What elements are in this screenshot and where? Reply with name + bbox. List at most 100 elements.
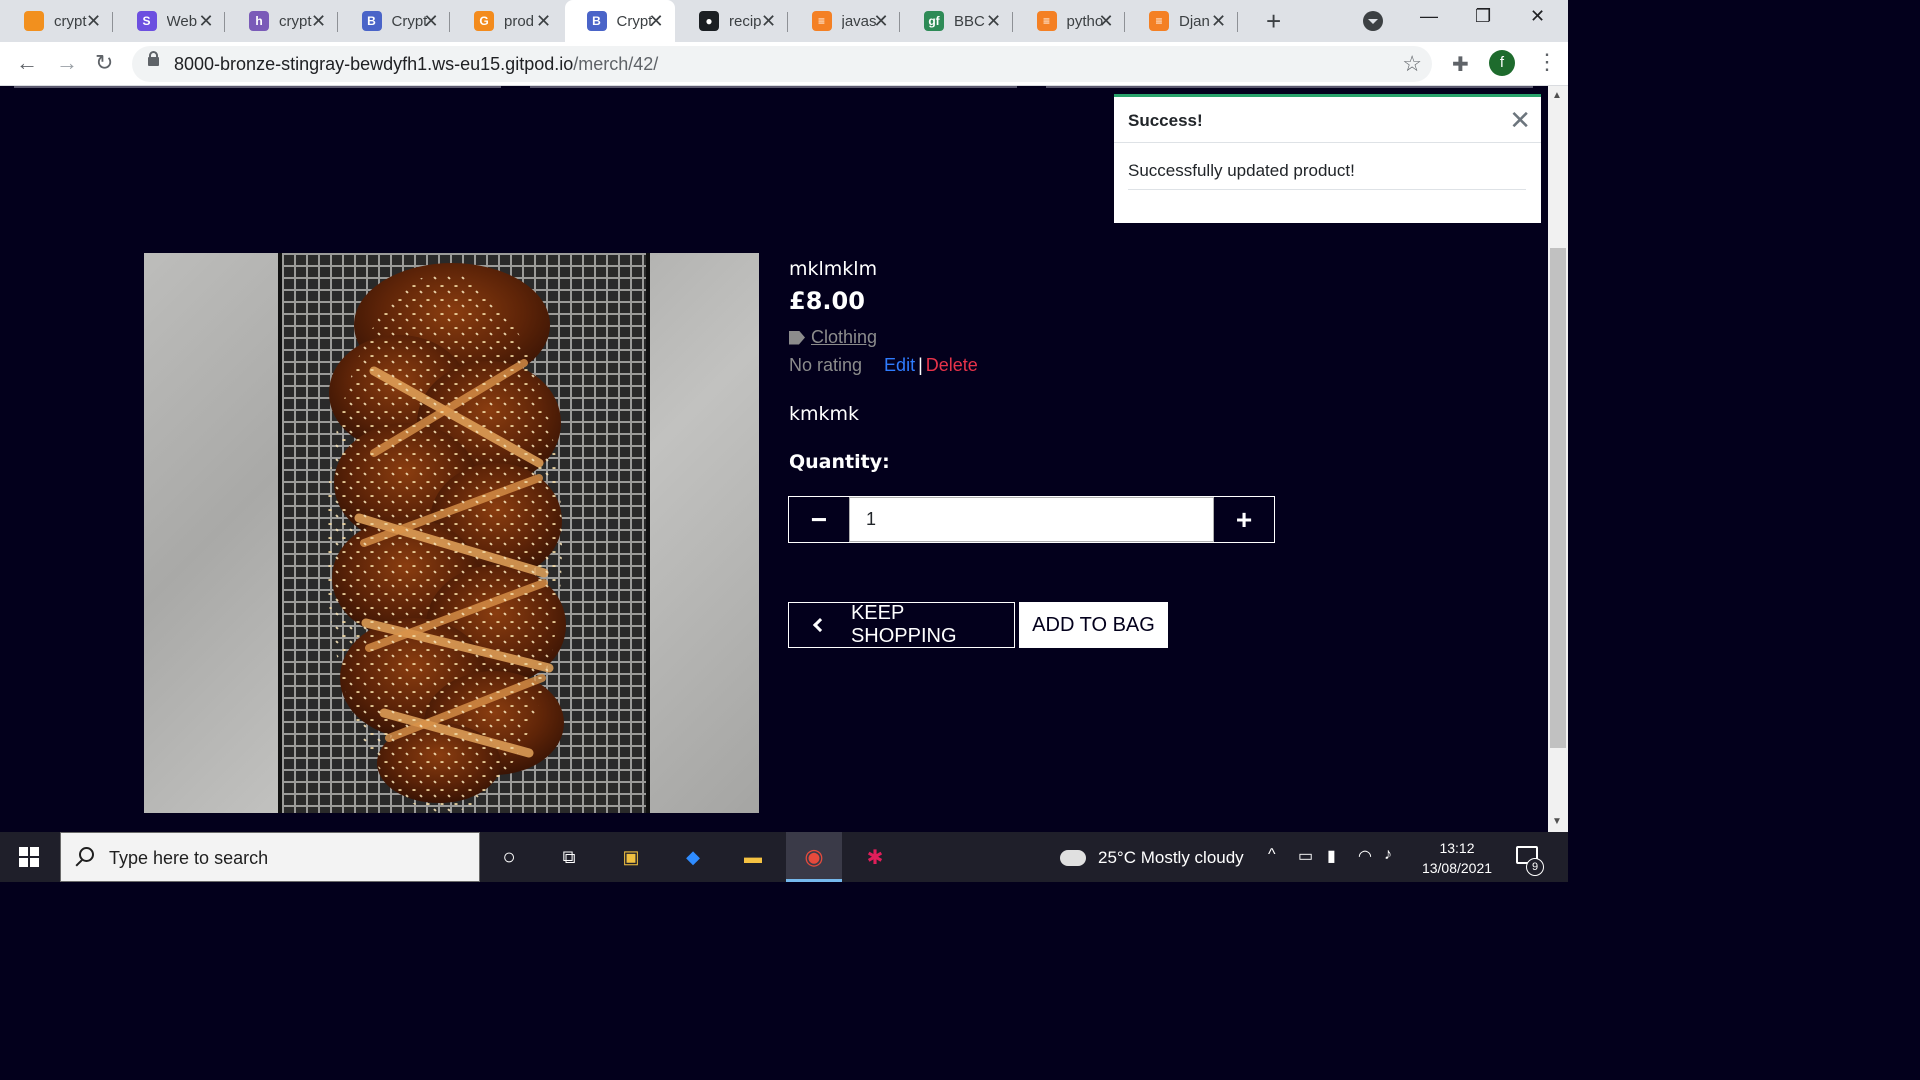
toast-title: Success! <box>1128 111 1203 130</box>
link-separator: | <box>918 355 923 375</box>
add-to-bag-button[interactable]: ADD TO BAG <box>1019 602 1168 648</box>
url-text[interactable]: 8000-bronze-stingray-bewdyfh1.ws-eu15.gi… <box>174 54 658 75</box>
stackoverflow-icon: ≡ <box>1149 11 1169 31</box>
lock-icon[interactable] <box>148 51 159 66</box>
wifi-icon[interactable]: ◠ <box>1358 846 1372 866</box>
browser-tab[interactable]: gf BBC ✕ <box>902 0 1013 42</box>
search-placeholder[interactable]: Type here to search <box>109 848 268 869</box>
tab-strip: crypt ✕ S Web ✕ h crypt ✕ B Crypt ✕ Gprod ✕ B Crypt ✕ ● r… <box>0 0 1568 42</box>
task-view-icon[interactable]: ⧉ <box>556 844 582 870</box>
bookmark-star-icon[interactable]: ☆ <box>1402 51 1422 77</box>
quantity-stepper: − + <box>788 496 1275 543</box>
product-description: kmkmk <box>789 403 860 425</box>
close-tab-icon[interactable]: ✕ <box>310 11 328 31</box>
close-tab-icon[interactable]: ✕ <box>422 11 440 31</box>
clock-date: 13/08/2021 <box>1421 860 1493 876</box>
extensions-icon[interactable]: ✚ <box>1452 52 1469 77</box>
store-icon[interactable]: ▣ <box>618 844 644 870</box>
browser-tab[interactable]: ● recip ✕ <box>677 0 788 42</box>
browser-tab[interactable]: crypt ✕ <box>2 0 113 42</box>
close-tab-icon[interactable]: ✕ <box>1210 11 1228 31</box>
toast-body: Successfully updated product! <box>1114 143 1541 190</box>
slack-icon[interactable]: ✱ <box>862 844 888 870</box>
delete-link[interactable]: Delete <box>926 355 978 376</box>
scroll-down-icon[interactable]: ▼ <box>1552 816 1562 827</box>
divider <box>1046 86 1533 88</box>
close-tab-icon[interactable]: ✕ <box>197 11 215 31</box>
restore-icon[interactable]: ❐ <box>1475 6 1491 27</box>
keep-shopping-button[interactable]: KEEP SHOPPING <box>788 602 1015 648</box>
chrome-icon[interactable]: ◉ <box>801 844 827 870</box>
divider <box>1128 189 1526 190</box>
browser-tab[interactable]: h crypt ✕ <box>227 0 338 42</box>
back-icon[interactable]: ← <box>16 50 38 76</box>
product-image <box>144 253 759 813</box>
bread-illustration <box>326 263 566 813</box>
taskbar-search[interactable]: Type here to search <box>60 832 480 882</box>
new-tab-button[interactable]: + <box>1266 8 1281 34</box>
product-price: £8.00 <box>789 287 865 315</box>
product-name: mklmklm <box>789 258 878 280</box>
cortana-icon[interactable]: ○ <box>496 844 522 870</box>
taskbar: Type here to search ○ ⧉ ▣ ◆ ▬ ◉ ✱ 25°C M… <box>0 832 1568 882</box>
b-logo-icon: B <box>361 11 382 31</box>
browser-tab[interactable]: ≡ javas ✕ <box>790 0 900 42</box>
meet-now-icon[interactable]: ▭ <box>1298 846 1313 866</box>
h-logo-icon: h <box>249 11 269 31</box>
close-tab-icon[interactable]: ✕ <box>872 11 890 31</box>
close-tab-icon[interactable]: ✕ <box>647 11 665 31</box>
menu-kebab-icon[interactable]: ⋮ <box>1536 50 1558 74</box>
close-icon[interactable]: ✕ <box>1509 107 1531 133</box>
volume-icon[interactable]: ♪ <box>1384 846 1392 864</box>
close-tab-icon[interactable]: ✕ <box>85 11 103 31</box>
browser-tab[interactable]: Gprod ✕ <box>452 0 563 42</box>
browser-tab[interactable]: B Crypt ✕ <box>564 0 675 42</box>
s-logo-icon: S <box>136 11 157 31</box>
tag-icon <box>789 330 805 345</box>
windows-start-icon[interactable] <box>19 847 39 867</box>
profile-avatar[interactable]: f <box>1489 50 1515 76</box>
browser-tab[interactable]: ≡ pytho ✕ <box>1015 0 1125 42</box>
close-tab-icon[interactable]: ✕ <box>985 11 1003 31</box>
toast-message: Successfully updated product! <box>1128 161 1355 180</box>
address-bar[interactable]: 8000-bronze-stingray-bewdyfh1.ws-eu15.gi… <box>132 46 1432 82</box>
github-icon: ● <box>699 11 719 31</box>
chevron-left-icon <box>812 617 828 633</box>
weather-text: 25°C Mostly cloudy <box>1098 848 1244 867</box>
forward-icon[interactable]: → <box>56 50 78 76</box>
gf-logo-icon: gf <box>924 11 944 31</box>
clock[interactable]: 13:12 13/08/2021 <box>1412 838 1502 878</box>
close-window-icon[interactable]: ✕ <box>1530 6 1545 27</box>
divider <box>14 86 501 88</box>
browser-tab[interactable]: S Web ✕ <box>115 0 225 42</box>
browser-tab[interactable]: ≡ Djan ✕ <box>1127 0 1238 42</box>
battery-icon[interactable]: ▮ <box>1327 846 1336 866</box>
clock-time: 13:12 <box>1439 840 1475 856</box>
rating-text: No rating <box>789 355 863 375</box>
browser-tab[interactable]: B Crypt ✕ <box>340 0 450 42</box>
weather-widget[interactable]: 25°C Mostly cloudy <box>1058 844 1244 868</box>
toast-header: Success! ✕ <box>1114 97 1541 143</box>
edit-link[interactable]: Edit <box>884 355 915 376</box>
scroll-up-icon[interactable]: ▲ <box>1552 90 1562 101</box>
dropbox-icon[interactable]: ◆ <box>680 844 706 870</box>
close-tab-icon[interactable]: ✕ <box>760 11 778 31</box>
category-link[interactable]: Clothing <box>811 327 877 348</box>
search-icon <box>79 847 94 862</box>
tab-search-icon[interactable] <box>1363 11 1383 31</box>
minimize-icon[interactable]: — <box>1420 6 1438 27</box>
product-category: Clothing <box>789 327 877 348</box>
close-tab-icon[interactable]: ✕ <box>535 11 553 31</box>
scrollbar-thumb[interactable] <box>1550 248 1566 748</box>
reload-icon[interactable]: ↻ <box>95 50 113 76</box>
decrement-button[interactable]: − <box>789 497 849 542</box>
file-explorer-icon[interactable]: ▬ <box>740 844 766 870</box>
quantity-input[interactable] <box>849 497 1214 542</box>
show-hidden-icons-icon[interactable]: ^ <box>1268 846 1276 864</box>
close-tab-icon[interactable]: ✕ <box>1097 11 1115 31</box>
stackoverflow-icon: ≡ <box>811 11 832 31</box>
keep-shopping-label: KEEP SHOPPING <box>850 602 957 647</box>
increment-button[interactable]: + <box>1214 497 1274 542</box>
divider <box>530 86 1017 88</box>
box-icon <box>24 11 44 31</box>
